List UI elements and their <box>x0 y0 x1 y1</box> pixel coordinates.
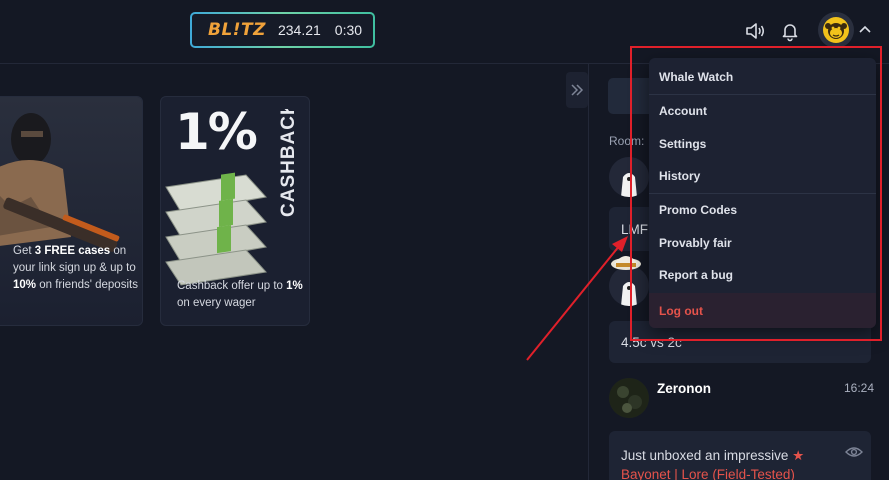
annotation-arrow <box>526 236 628 361</box>
